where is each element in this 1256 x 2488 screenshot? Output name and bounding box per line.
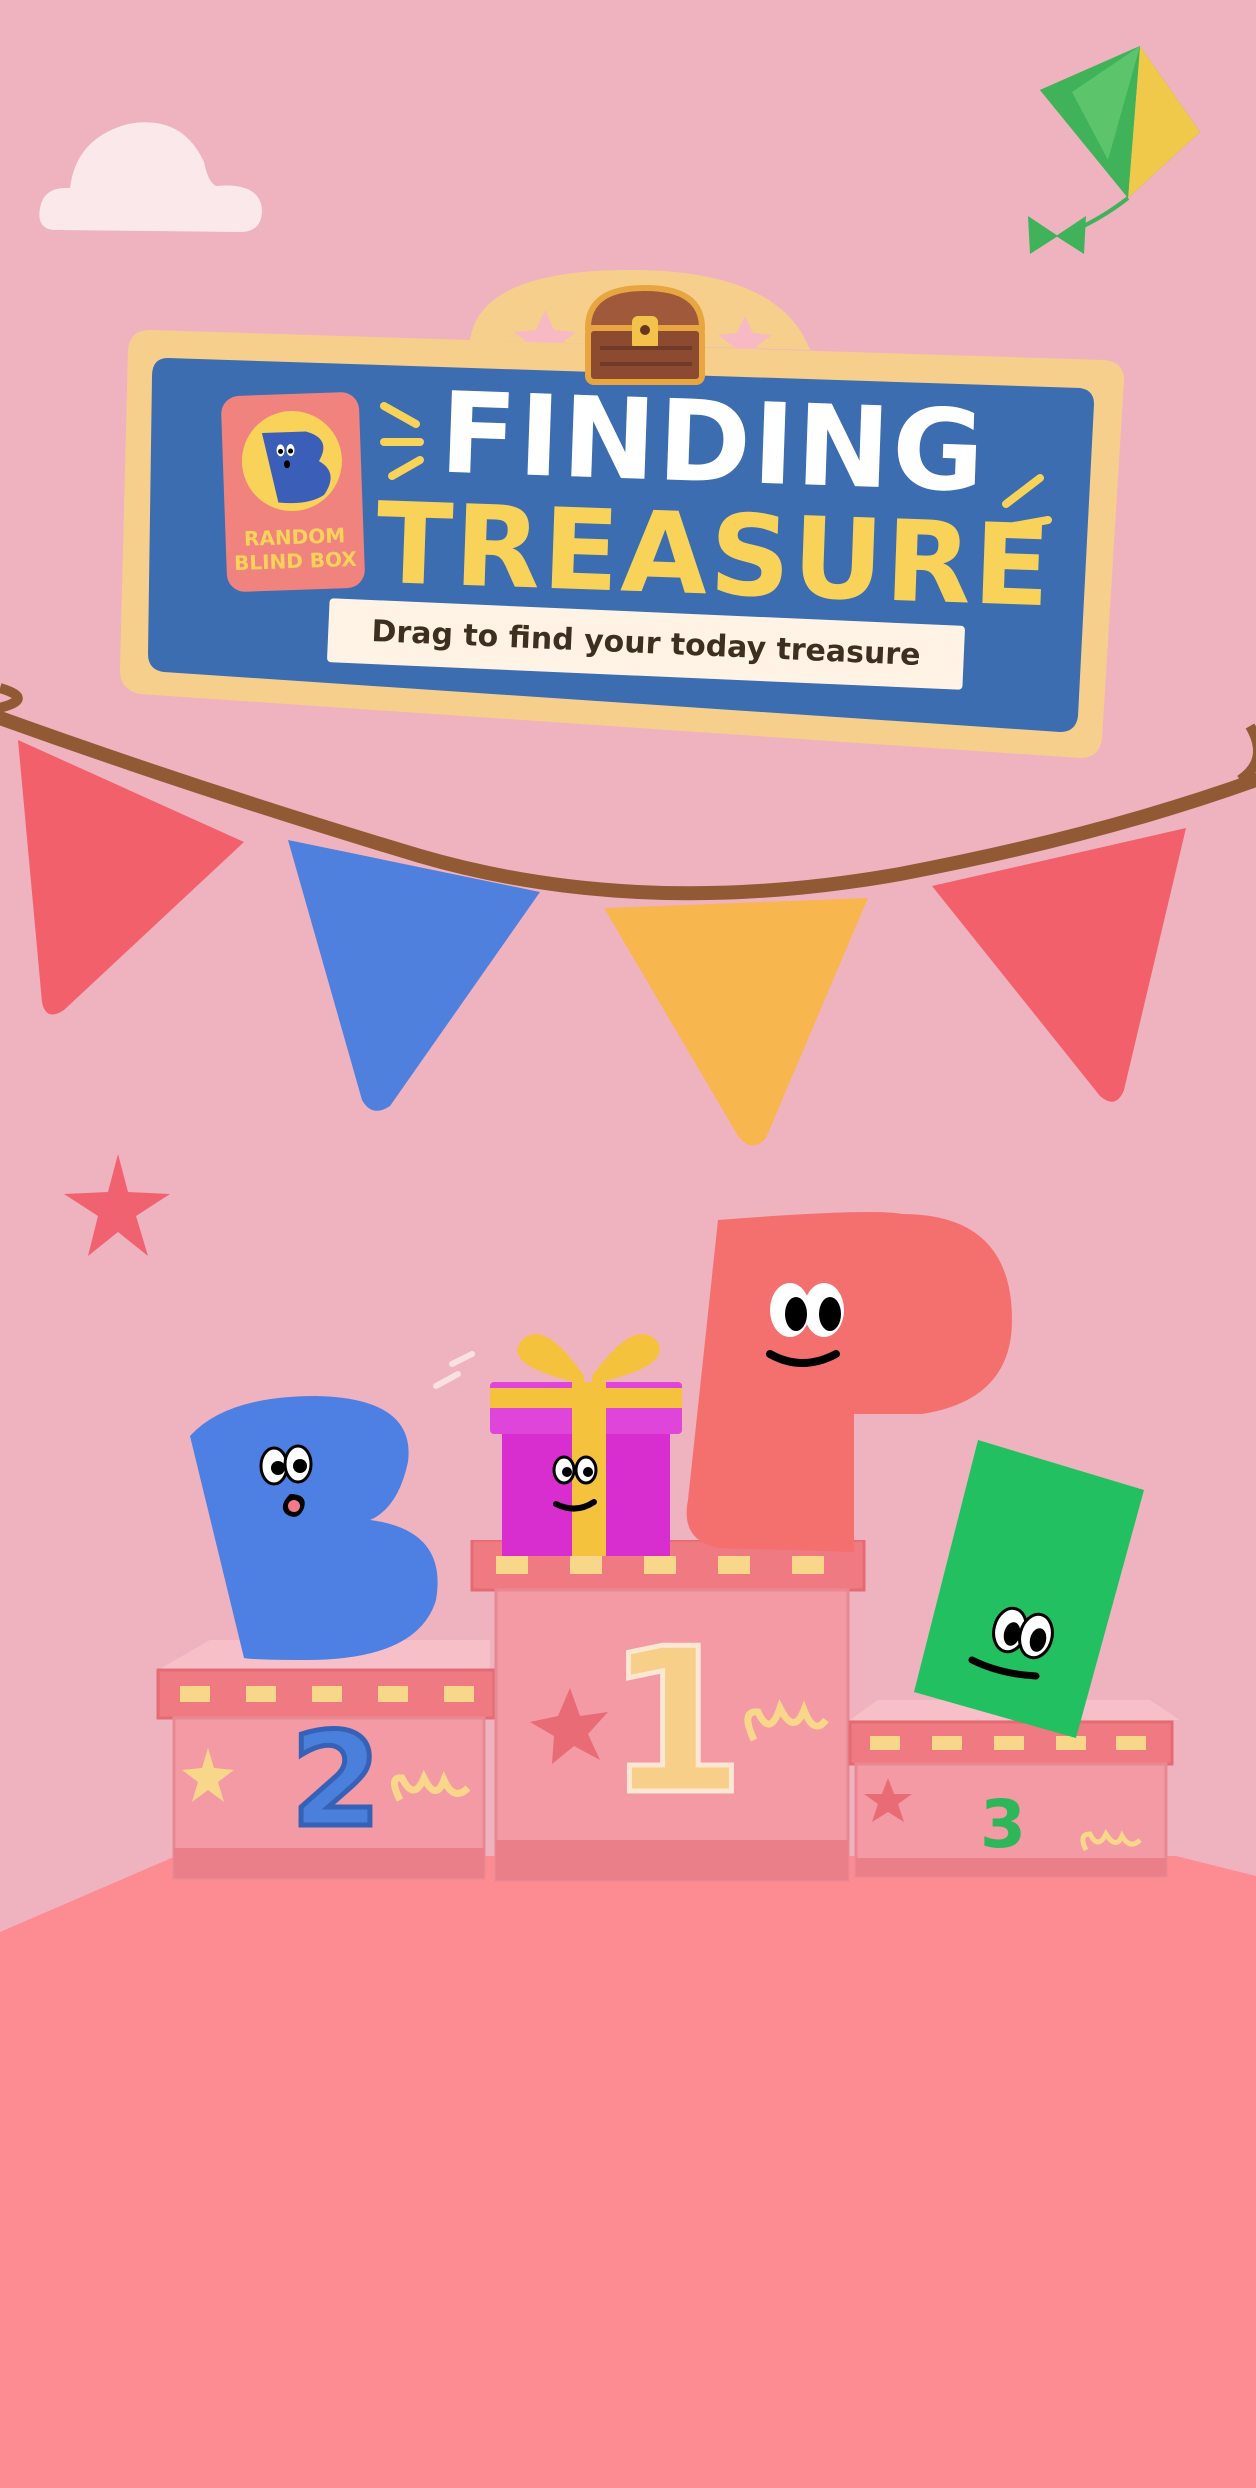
- gift-box-icon: [490, 1333, 682, 1556]
- game-scene: B RANDOM BLIND BOX FINDING TREASURE Drag…: [0, 0, 1256, 2488]
- star-decoration-icon: [64, 1154, 170, 1256]
- blue-b-character: [190, 1396, 438, 1660]
- podium-number-second: 2: [288, 1704, 383, 1856]
- sparkle-lines-left: [380, 402, 424, 480]
- random-blind-box-logo: B RANDOM BLIND BOX: [220, 391, 366, 593]
- podium-number-first: 1: [604, 1606, 748, 1839]
- podium-number-third: 3: [980, 1786, 1026, 1863]
- green-rectangle-character: [914, 1440, 1144, 1738]
- kite-icon: [1028, 46, 1200, 254]
- logo-text-line2: BLIND BOX: [233, 546, 358, 576]
- sparkle-marks: [433, 1351, 475, 1389]
- treasure-chest-icon: [584, 284, 706, 385]
- cloud-icon: [39, 122, 262, 232]
- logo-emblem: [241, 411, 342, 512]
- bunting-flags: [0, 683, 1256, 1146]
